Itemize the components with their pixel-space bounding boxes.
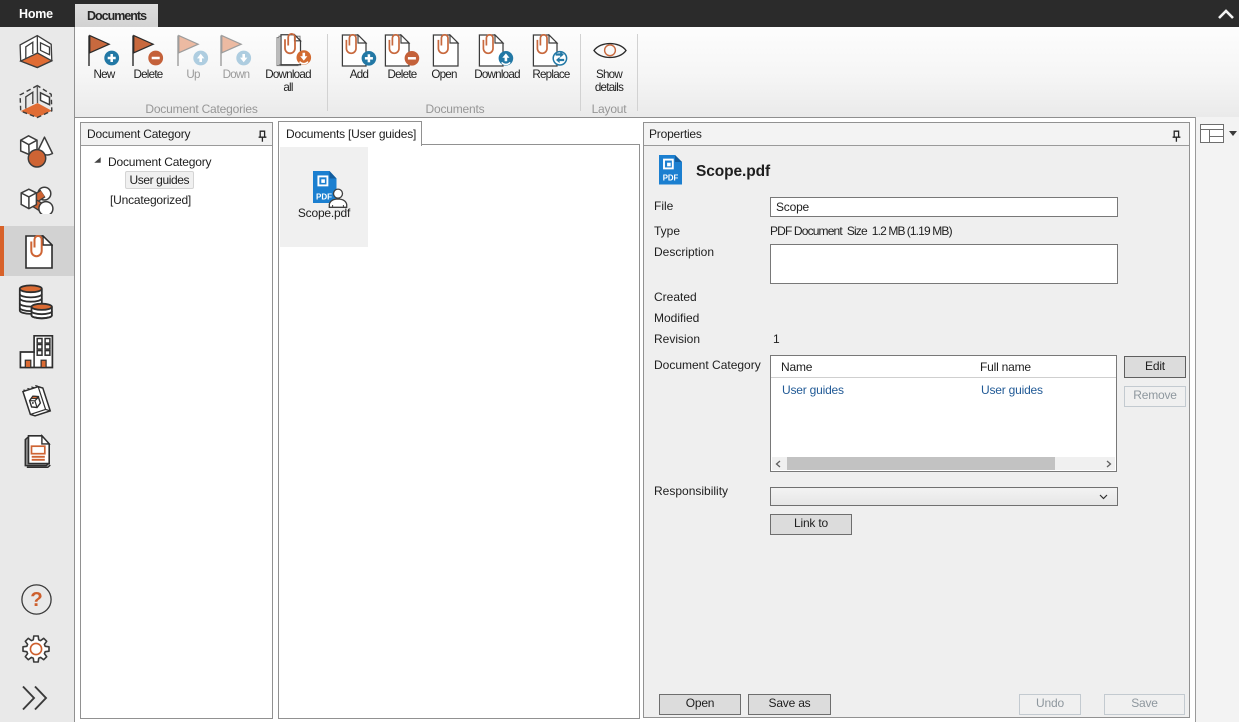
- svg-text:PDF: PDF: [663, 174, 679, 183]
- svg-text:PDF: PDF: [316, 192, 332, 201]
- svg-text:?: ?: [30, 588, 43, 611]
